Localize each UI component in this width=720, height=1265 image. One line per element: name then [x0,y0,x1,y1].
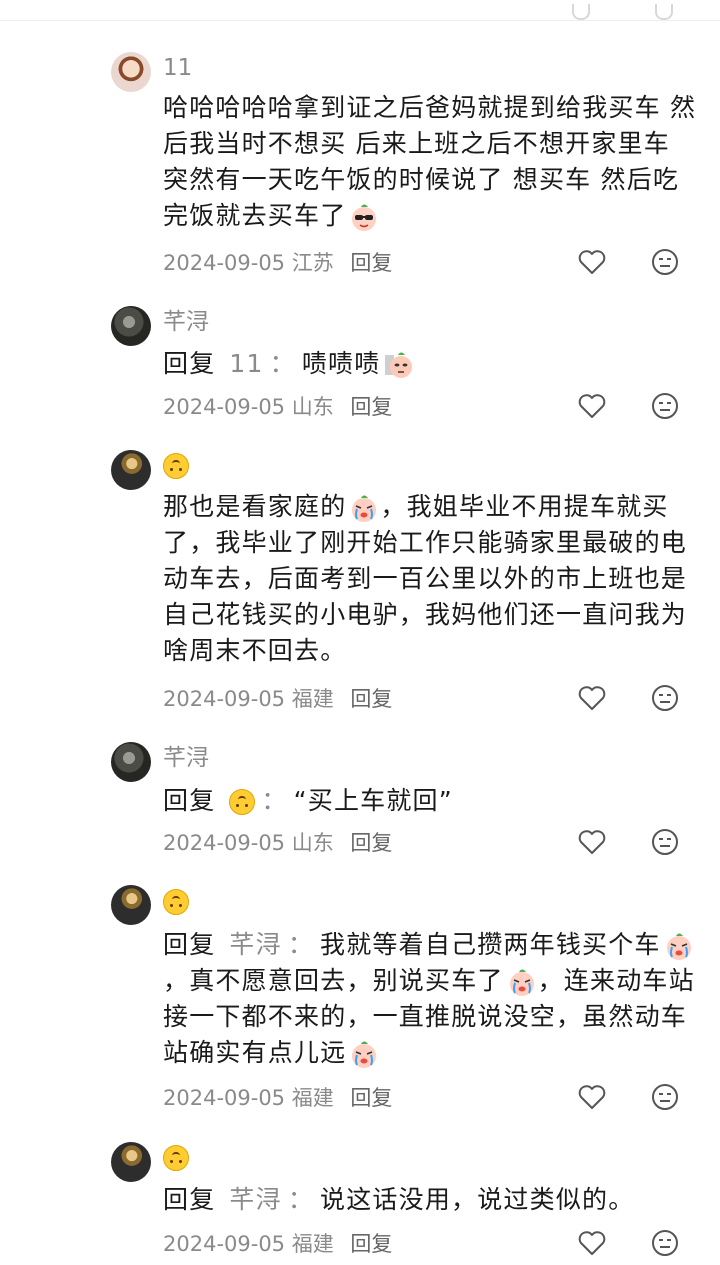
crying-peach-sticker [663,930,695,962]
neutral-face-icon[interactable] [650,827,680,857]
reply-colon: ： [261,786,288,815]
reply-button[interactable]: 回复 [350,687,392,711]
heart-outline-icon[interactable] [577,1228,607,1258]
comment-meta: 2024-09-05 福建 回复 [163,1084,392,1112]
top-strip [0,0,720,21]
heart-outline-icon[interactable] [577,247,607,277]
neutral-face-icon[interactable] [650,683,680,713]
reply-colon: ： [287,930,315,959]
neutral-face-icon[interactable] [650,247,680,277]
comment-meta: 2024-09-05 山东 回复 [163,393,392,421]
comment-meta: 2024-09-05 山东 回复 [163,829,392,857]
reply-button[interactable]: 回复 [350,251,392,275]
upside-down-face-icon [163,453,189,479]
sunglasses-peach-sticker [348,201,380,233]
upside-down-face-icon [163,889,189,915]
comment-text: 回复 11：啧啧啧 [163,346,703,382]
comment-body: 那也是看家庭的 [163,492,347,521]
avatar[interactable] [111,52,151,92]
comment-meta: 2024-09-05 福建 回复 [163,1230,392,1258]
reply-prefix: 回复 [163,786,216,815]
avatar[interactable] [111,1142,151,1182]
comment-body: 我就等着自己攒两年钱买个车 [320,930,661,959]
reply-target[interactable] [229,786,256,815]
comment-location: 山东 [291,831,334,855]
comment-location: 福建 [291,1232,334,1256]
username[interactable] [163,453,189,481]
crying-peach-sticker [506,966,538,998]
heart-outline-icon[interactable] [577,827,607,857]
avatar[interactable] [111,450,151,490]
heart-outline-icon [572,4,590,20]
reply-button[interactable]: 回复 [350,1232,392,1256]
neutral-face-icon[interactable] [650,391,680,421]
reply-button[interactable]: 回复 [350,395,392,419]
username[interactable]: 芊浔 [163,744,209,772]
upside-down-face-icon [163,1145,189,1171]
comment-text: 那也是看家庭的 ，我姐毕业不用提车就买了，我毕业了刚开始工作只能骑家里最破的电动车… [163,489,703,669]
comment-date: 2024-09-05 [163,1232,286,1256]
crying-peach-sticker [348,492,380,524]
comment-location: 福建 [291,687,334,711]
comment-date: 2024-09-05 [163,395,286,419]
avatar[interactable] [111,885,151,925]
comment-body: 说这话没用，说过类似的。 [320,1185,635,1214]
comment-text: 回复 ： “买上车就回” [163,783,703,819]
username[interactable]: 11 [163,54,192,82]
reply-button[interactable]: 回复 [350,831,392,855]
neutral-face-icon[interactable] [650,1082,680,1112]
reply-prefix: 回复 [163,1185,216,1214]
reply-colon: ： [269,349,296,378]
reply-target[interactable]: 芊浔 [229,1185,281,1214]
comment-date: 2024-09-05 [163,1086,286,1110]
comment-text: 回复 芊浔：我就等着自己攒两年钱买个车 ，真不愿意回去，别说买车了 ，连来动车站接一下… [163,927,703,1071]
crying-peach-sticker [348,1038,380,1070]
username[interactable] [163,889,189,917]
comment-body: 哈哈哈哈哈拿到证之后爸妈就提到给我买车 然后我当时不想买 后来上班之后不想开家里… [163,93,697,230]
reply-target[interactable]: 芊浔 [229,930,281,959]
upside-down-face-icon [229,789,256,815]
username[interactable]: 芊浔 [163,308,209,336]
comment-text: 回复 芊浔：说这话没用，说过类似的。 [163,1182,703,1218]
peach-sticker [382,349,414,381]
neutral-face-icon[interactable] [650,1228,680,1258]
reply-colon: ： [287,1185,315,1214]
comment-meta: 2024-09-05 江苏 回复 [163,249,392,277]
reply-button[interactable]: 回复 [350,1086,392,1110]
comment-date: 2024-09-05 [163,251,286,275]
heart-outline-icon[interactable] [577,391,607,421]
comment-location: 山东 [291,395,334,419]
avatar[interactable] [111,306,151,346]
comment-location: 福建 [291,1086,334,1110]
comment-meta: 2024-09-05 福建 回复 [163,685,392,713]
comment-date: 2024-09-05 [163,687,286,711]
comment-body: 啧啧啧 [301,349,381,378]
comment-text: 哈哈哈哈哈拿到证之后爸妈就提到给我买车 然后我当时不想买 后来上班之后不想开家里… [163,90,703,234]
reply-target[interactable]: 11 [229,349,263,378]
comment-body: ，真不愿意回去，别说买车了 [163,966,504,995]
reply-prefix: 回复 [163,930,216,959]
avatar[interactable] [111,742,151,782]
comment-body: “买上车就回” [293,786,453,815]
comment-date: 2024-09-05 [163,831,286,855]
heart-outline-icon[interactable] [577,683,607,713]
heart-outline-icon[interactable] [577,1082,607,1112]
reply-prefix: 回复 [163,349,216,378]
comment-location: 江苏 [291,251,334,275]
username[interactable] [163,1145,189,1173]
neutral-face-icon [655,4,673,20]
